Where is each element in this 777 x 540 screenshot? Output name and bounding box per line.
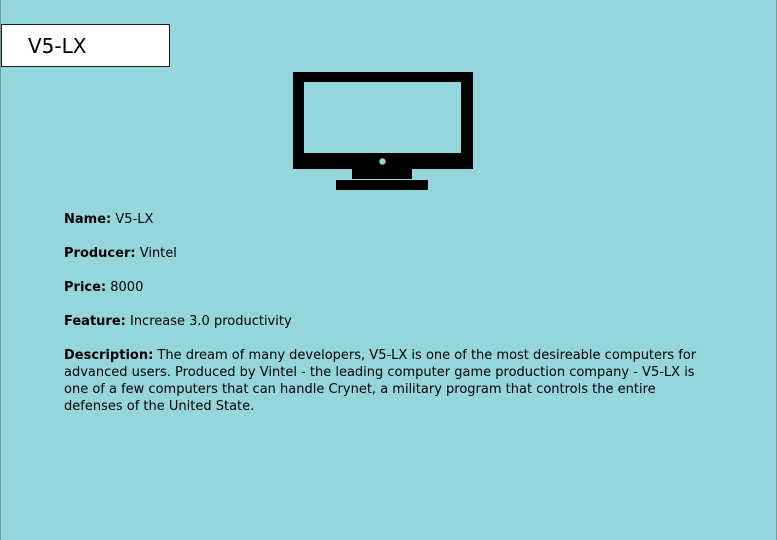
producer-row: Producer: Vintel <box>64 245 714 262</box>
product-title: V5-LX <box>28 34 87 58</box>
product-details: Name: V5-LX Producer: Vintel Price: 8000… <box>64 211 714 432</box>
name-row: Name: V5-LX <box>64 211 714 228</box>
product-title-box: V5-LX <box>1 24 170 67</box>
producer-value: Vintel <box>139 246 177 261</box>
monitor-icon <box>293 72 473 190</box>
name-value: V5-LX <box>115 212 154 227</box>
description-label: Description: <box>64 348 154 363</box>
feature-label: Feature: <box>64 314 126 329</box>
product-window: V5-LX Name: V5-LX Producer: Vintel Price… <box>0 0 777 540</box>
description-row: Description: The dream of many developer… <box>64 347 714 415</box>
price-row: Price: 8000 <box>64 279 714 296</box>
name-label: Name: <box>64 212 112 227</box>
feature-value: Increase 3.0 productivity <box>129 314 292 329</box>
price-label: Price: <box>64 280 107 295</box>
feature-row: Feature: Increase 3.0 productivity <box>64 313 714 330</box>
producer-label: Producer: <box>64 246 136 261</box>
price-value: 8000 <box>110 280 144 295</box>
description-value: The dream of many developers, V5-LX is o… <box>64 348 697 414</box>
